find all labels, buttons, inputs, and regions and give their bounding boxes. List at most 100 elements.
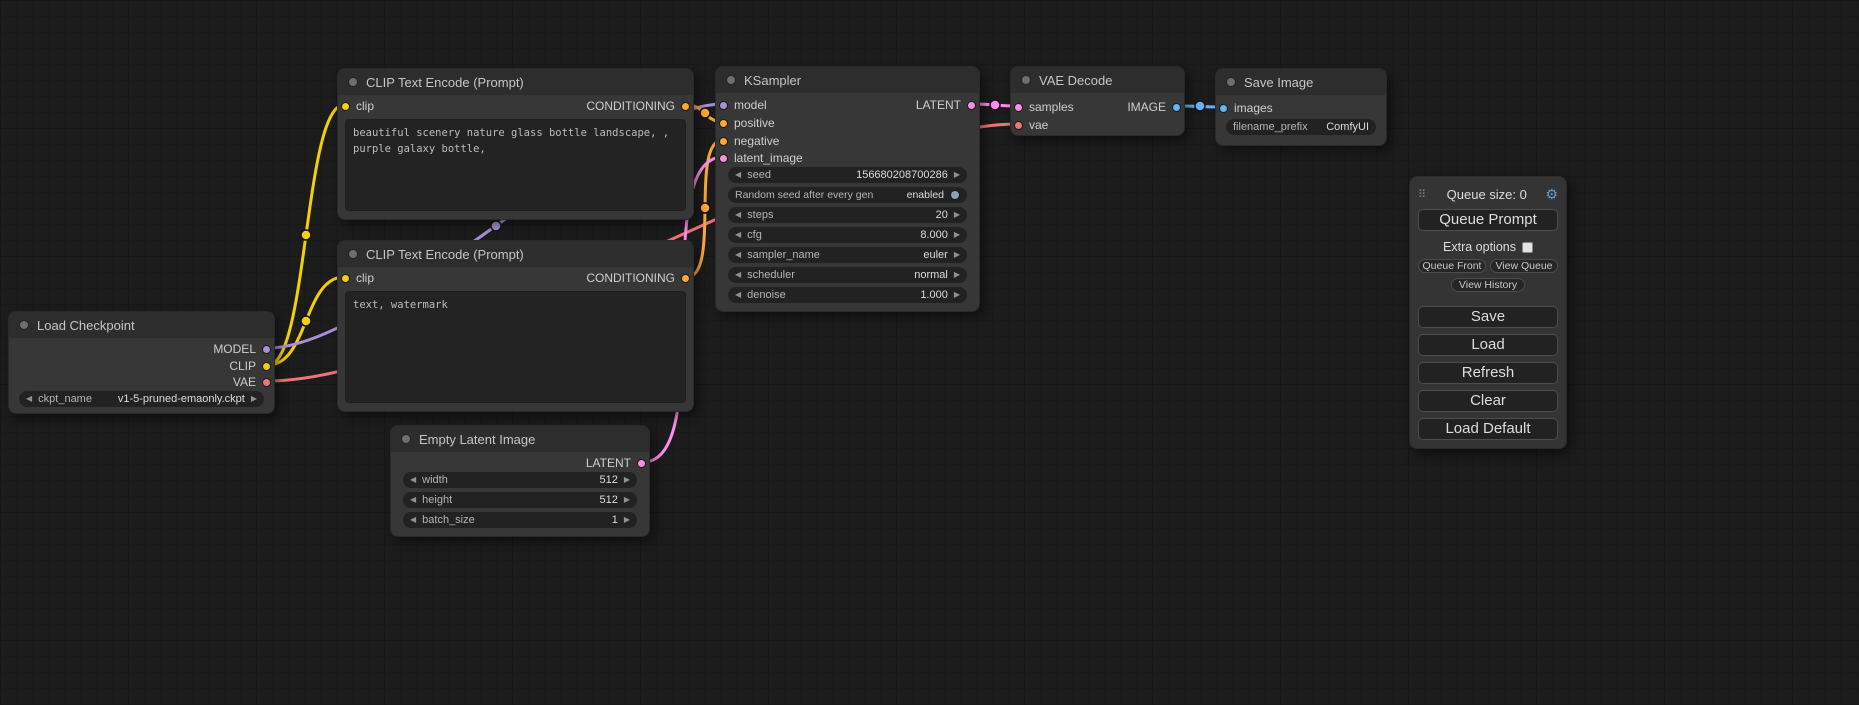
input-slot-vae[interactable]: vae <box>1014 117 1048 133</box>
next-value-icon[interactable]: ▶ <box>954 247 960 263</box>
view-history-button[interactable]: View History <box>1451 278 1525 292</box>
output-slot-latent[interactable]: LATENT <box>916 97 976 113</box>
node-collapse-dot[interactable] <box>348 249 358 259</box>
input-dot-latent-image[interactable] <box>719 154 728 163</box>
load-default-button[interactable]: Load Default <box>1418 418 1558 440</box>
node-collapse-dot[interactable] <box>726 75 736 85</box>
output-dot-conditioning[interactable] <box>681 274 690 283</box>
prev-value-icon[interactable]: ◀ <box>735 247 741 263</box>
widget-seed[interactable]: ◀ seed 156680208700286 ▶ <box>728 167 967 183</box>
widget-random-seed-toggle[interactable]: Random seed after every gen enabled <box>728 187 967 203</box>
input-slot-clip[interactable]: clip <box>341 270 374 286</box>
increment-icon[interactable]: ▶ <box>954 167 960 183</box>
node-vae-decode[interactable]: VAE Decode samples vae IMAGE <box>1010 66 1185 136</box>
output-slot-conditioning[interactable]: CONDITIONING <box>586 98 690 114</box>
output-slot-clip[interactable]: CLIP <box>229 358 271 374</box>
input-dot-positive[interactable] <box>719 119 728 128</box>
increment-icon[interactable]: ▶ <box>624 512 630 528</box>
refresh-button[interactable]: Refresh <box>1418 362 1558 384</box>
input-dot-images[interactable] <box>1219 104 1228 113</box>
extra-options-checkbox[interactable] <box>1522 242 1533 253</box>
node-title-bar[interactable]: KSampler <box>716 67 979 93</box>
save-button[interactable]: Save <box>1418 306 1558 328</box>
widget-cfg[interactable]: ◀ cfg 8.000 ▶ <box>728 227 967 243</box>
decrement-icon[interactable]: ◀ <box>735 287 741 303</box>
input-slot-images[interactable]: images <box>1219 100 1273 116</box>
node-clip-text-encode-positive[interactable]: CLIP Text Encode (Prompt) clip CONDITION… <box>337 68 694 220</box>
queue-front-button[interactable]: Queue Front <box>1418 259 1486 273</box>
node-collapse-dot[interactable] <box>1021 75 1031 85</box>
input-slot-model[interactable]: model <box>719 97 767 113</box>
input-dot-vae[interactable] <box>1014 121 1023 130</box>
queue-prompt-button[interactable]: Queue Prompt <box>1418 209 1558 231</box>
output-dot-clip[interactable] <box>262 362 271 371</box>
next-value-icon[interactable]: ▶ <box>954 267 960 283</box>
prompt-textarea[interactable]: beautiful scenery nature glass bottle la… <box>345 119 686 211</box>
node-load-checkpoint[interactable]: Load Checkpoint MODEL CLIP VAE ◀ ckpt_na… <box>8 311 275 414</box>
input-slot-latent-image[interactable]: latent_image <box>719 150 803 166</box>
node-clip-text-encode-negative[interactable]: CLIP Text Encode (Prompt) clip CONDITION… <box>337 240 694 412</box>
input-dot-samples[interactable] <box>1014 103 1023 112</box>
view-queue-button[interactable]: View Queue <box>1490 259 1558 273</box>
next-value-icon[interactable]: ▶ <box>251 391 257 407</box>
output-slot-latent[interactable]: LATENT <box>586 455 646 471</box>
output-slot-model[interactable]: MODEL <box>213 341 271 357</box>
drag-handle-icon[interactable]: ⠿ <box>1418 188 1426 201</box>
node-title-bar[interactable]: CLIP Text Encode (Prompt) <box>338 69 693 95</box>
widget-width[interactable]: ◀ width 512 ▶ <box>403 472 637 488</box>
output-dot-conditioning[interactable] <box>681 102 690 111</box>
toggle-knob-icon[interactable] <box>950 190 960 200</box>
input-dot-model[interactable] <box>719 101 728 110</box>
queue-panel[interactable]: ⠿ Queue size: 0 ⚙ Queue Prompt Extra opt… <box>1409 176 1567 449</box>
input-slot-clip[interactable]: clip <box>341 98 374 114</box>
settings-gear-icon[interactable]: ⚙ <box>1545 186 1558 203</box>
widget-scheduler[interactable]: ◀ scheduler normal ▶ <box>728 267 967 283</box>
node-title-bar[interactable]: CLIP Text Encode (Prompt) <box>338 241 693 267</box>
widget-filename-prefix[interactable]: filename_prefix ComfyUI <box>1226 119 1376 135</box>
output-dot-model[interactable] <box>262 345 271 354</box>
widget-batch-size[interactable]: ◀ batch_size 1 ▶ <box>403 512 637 528</box>
increment-icon[interactable]: ▶ <box>624 472 630 488</box>
node-collapse-dot[interactable] <box>19 320 29 330</box>
decrement-icon[interactable]: ◀ <box>735 167 741 183</box>
decrement-icon[interactable]: ◀ <box>410 492 416 508</box>
output-slot-vae[interactable]: VAE <box>233 374 271 390</box>
node-title-bar[interactable]: Save Image <box>1216 69 1386 95</box>
node-collapse-dot[interactable] <box>1226 77 1236 87</box>
output-slot-conditioning[interactable]: CONDITIONING <box>586 270 690 286</box>
increment-icon[interactable]: ▶ <box>954 227 960 243</box>
widget-steps[interactable]: ◀ steps 20 ▶ <box>728 207 967 223</box>
clear-button[interactable]: Clear <box>1418 390 1558 412</box>
node-collapse-dot[interactable] <box>348 77 358 87</box>
widget-height[interactable]: ◀ height 512 ▶ <box>403 492 637 508</box>
node-title-bar[interactable]: VAE Decode <box>1011 67 1184 93</box>
prompt-textarea[interactable]: text, watermark <box>345 291 686 403</box>
increment-icon[interactable]: ▶ <box>954 287 960 303</box>
node-collapse-dot[interactable] <box>401 434 411 444</box>
widget-sampler-name[interactable]: ◀ sampler_name euler ▶ <box>728 247 967 263</box>
increment-icon[interactable]: ▶ <box>624 492 630 508</box>
input-slot-positive[interactable]: positive <box>719 115 775 131</box>
decrement-icon[interactable]: ◀ <box>735 207 741 223</box>
output-dot-vae[interactable] <box>262 378 271 387</box>
input-slot-negative[interactable]: negative <box>719 133 779 149</box>
output-dot-image[interactable] <box>1172 103 1181 112</box>
input-slot-samples[interactable]: samples <box>1014 99 1074 115</box>
output-dot-latent[interactable] <box>637 459 646 468</box>
input-dot-negative[interactable] <box>719 137 728 146</box>
output-dot-latent[interactable] <box>967 101 976 110</box>
prev-value-icon[interactable]: ◀ <box>26 391 32 407</box>
decrement-icon[interactable]: ◀ <box>410 472 416 488</box>
input-dot-clip[interactable] <box>341 102 350 111</box>
node-ksampler[interactable]: KSampler model positive negative latent_… <box>715 66 980 312</box>
load-button[interactable]: Load <box>1418 334 1558 356</box>
widget-denoise[interactable]: ◀ denoise 1.000 ▶ <box>728 287 967 303</box>
node-save-image[interactable]: Save Image images filename_prefix ComfyU… <box>1215 68 1387 146</box>
decrement-icon[interactable]: ◀ <box>410 512 416 528</box>
input-dot-clip[interactable] <box>341 274 350 283</box>
increment-icon[interactable]: ▶ <box>954 207 960 223</box>
widget-ckpt-name[interactable]: ◀ ckpt_name v1-5-pruned-emaonly.ckpt ▶ <box>19 391 264 407</box>
node-empty-latent-image[interactable]: Empty Latent Image LATENT ◀ width 512 ▶ … <box>390 425 650 537</box>
node-title-bar[interactable]: Empty Latent Image <box>391 426 649 452</box>
output-slot-image[interactable]: IMAGE <box>1127 99 1181 115</box>
